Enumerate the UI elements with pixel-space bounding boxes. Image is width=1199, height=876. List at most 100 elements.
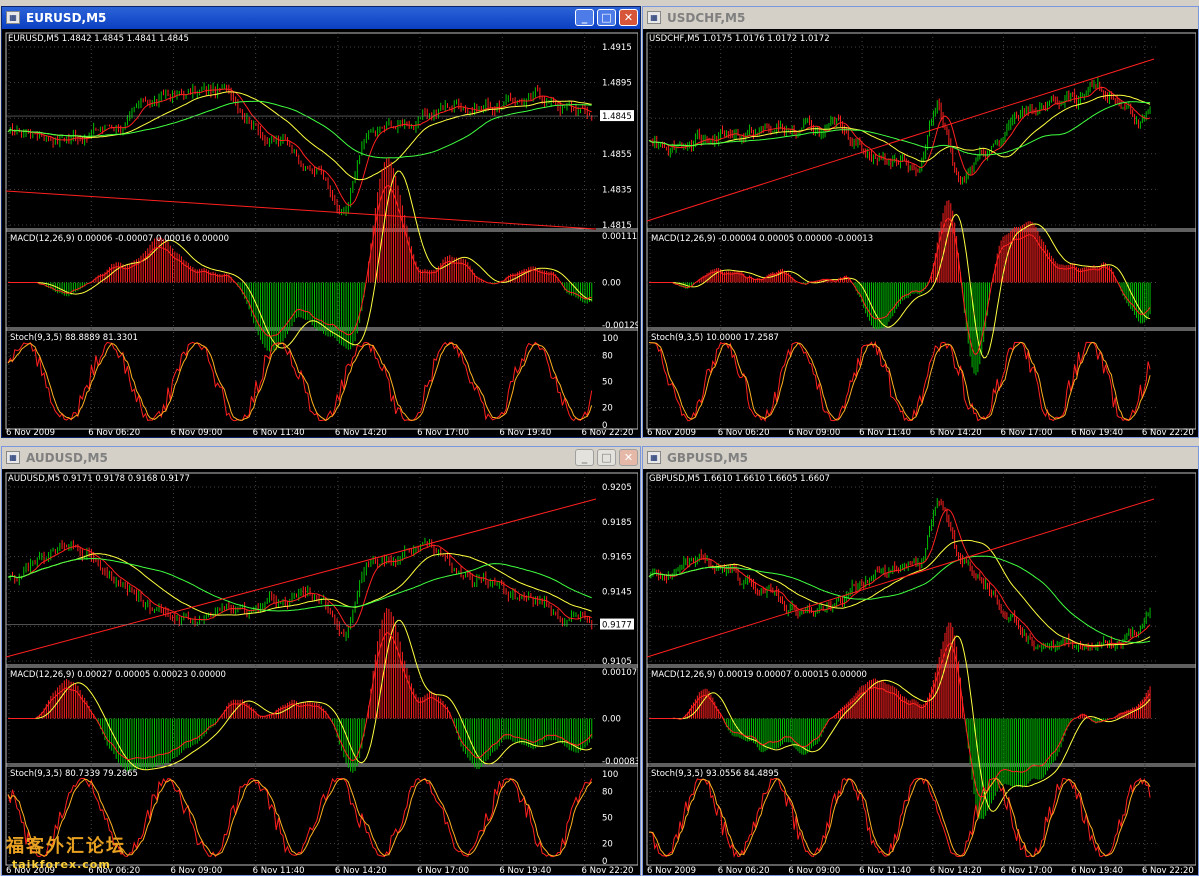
time-axis-label: 6 Nov 06:20 (718, 866, 770, 873)
minimize-button[interactable]: _ (575, 9, 594, 26)
time-axis-label: 6 Nov 14:20 (930, 428, 982, 435)
indicator-pane (5, 664, 638, 767)
chart-area[interactable]: MACD(12,26,9) 0.00019 0.00007 0.00015 0.… (645, 471, 1196, 873)
time-axis-label: 6 Nov 11:40 (253, 428, 305, 435)
time-axis-label: 6 Nov 22:20 (1142, 428, 1194, 435)
forum-watermark: 福客外汇论坛 taikforex.com (4, 830, 130, 872)
stoch-header: Stoch(9,3,5) 80.7339 79.2865 (10, 769, 138, 779)
stoch-axis-label: 50 (602, 378, 613, 388)
price-axis-label: 1.4855 (602, 150, 632, 160)
price-header: EURUSD,M5 1.4842 1.4845 1.4841 1.4845 (8, 34, 189, 44)
price-chart[interactable]: 0.92050.91850.91650.91450.91250.91050.91… (4, 471, 638, 873)
trend-line (646, 498, 1155, 658)
close-button[interactable]: ✕ (619, 449, 638, 466)
macd-header: MACD(12,26,9) 0.00019 0.00007 0.00015 0.… (651, 670, 867, 680)
moving-average-line (7, 88, 592, 206)
watermark-url: taikforex.com (12, 858, 111, 871)
price-axis-label: 1.4915 (602, 43, 632, 53)
time-axis-label: 6 Nov 2009 (6, 428, 55, 435)
stoch-axis-label: 20 (602, 404, 613, 414)
titlebar[interactable]: ▦ USDCHF,M5 (643, 7, 1198, 29)
macd-signal-line (8, 170, 592, 349)
chart-window-icon: ▦ (647, 11, 661, 24)
stoch-axis-label: 80 (602, 787, 613, 797)
macd-axis-label: 0.00 (602, 715, 621, 725)
macd-header: MACD(12,26,9) -0.00004 0.00005 0.00000 -… (651, 234, 873, 244)
stoch-axis-label: 50 (602, 814, 613, 824)
time-axis-label: 6 Nov 19:40 (1071, 428, 1123, 435)
moving-average-line (648, 101, 1151, 156)
window-title: EURUSD,M5 (26, 11, 107, 25)
macd-signal-line (8, 619, 592, 771)
stoch-axis-label: 100 (602, 334, 618, 344)
time-axis-label: 6 Nov 14:20 (930, 866, 982, 873)
close-button[interactable]: ✕ (619, 9, 638, 26)
stoch-header: Stoch(9,3,5) 10.0000 17.2587 (651, 333, 779, 343)
time-axis-label: 6 Nov 09:00 (170, 866, 222, 873)
chart-area[interactable]: MACD(12,26,9) -0.00004 0.00005 0.00000 -… (645, 31, 1196, 435)
macd-header: MACD(12,26,9) 0.00006 -0.00007 0.00016 0… (10, 234, 229, 244)
chart-window-icon: ▦ (6, 11, 20, 24)
price-axis-label: 0.9165 (602, 553, 632, 563)
time-axis-label: 6 Nov 17:00 (417, 428, 469, 435)
trend-line (646, 58, 1155, 222)
price-header: USDCHF,M5 1.0175 1.0176 1.0172 1.0172 (649, 34, 830, 44)
maximize-button[interactable]: □ (597, 9, 616, 26)
window-title: AUDUSD,M5 (26, 451, 108, 465)
time-axis-label: 6 Nov 14:20 (335, 428, 387, 435)
current-price-label: 0.9177 (602, 621, 632, 631)
chart-window-audusd[interactable]: ▦ AUDUSD,M5 _ □ ✕ 0.9205 0.9185 0.9165 0.91… (1, 446, 641, 876)
price-chart[interactable]: MACD(12,26,9) -0.00004 0.00005 0.00000 -… (645, 31, 1196, 435)
macd-main-line (8, 632, 593, 762)
time-axis-label: 6 Nov 17:00 (1000, 866, 1052, 873)
time-axis-label: 6 Nov 11:40 (859, 866, 911, 873)
time-axis-label: 6 Nov 2009 (647, 428, 696, 435)
stoch-axis-label: 20 (602, 840, 613, 850)
stoch-signal-line (7, 342, 593, 422)
price-chart[interactable]: 1.49151.48951.48751.48551.48351.48151.48… (4, 31, 638, 435)
price-axis-label: 0.9145 (602, 587, 632, 597)
time-axis-label: 6 Nov 09:00 (788, 428, 840, 435)
macd-axis-label: 0.00 (602, 279, 621, 289)
macd-axis-label: -0.00129 (602, 321, 638, 331)
chart-window-usdchf[interactable]: ▦ USDCHF,M5 MACD(12,26,9) -0.00004 0.000… (642, 6, 1199, 438)
window-title: USDCHF,M5 (667, 11, 746, 25)
chart-window-icon: ▦ (647, 451, 661, 464)
stoch-axis-label: 80 (602, 351, 613, 361)
stoch-main-line (648, 340, 1151, 422)
window-title: GBPUSD,M5 (667, 451, 748, 465)
titlebar[interactable]: ▦ AUDUSD,M5 _ □ ✕ (2, 447, 640, 469)
macd-main-line (8, 184, 592, 337)
maximize-button[interactable]: □ (597, 449, 616, 466)
time-axis-label: 6 Nov 19:40 (499, 428, 551, 435)
time-axis-label: 6 Nov 22:20 (1142, 866, 1194, 873)
time-axis-label: 6 Nov 06:20 (718, 428, 770, 435)
chart-window-eurusd[interactable]: ▦ EURUSD,M5 _ □ ✕ 1.49151.48951.48751.48… (1, 6, 641, 438)
time-axis-label: 6 Nov 17:00 (417, 866, 469, 873)
indicator-pane (646, 32, 1196, 232)
titlebar[interactable]: ▦ GBPUSD,M5 (643, 447, 1198, 469)
time-axis-label: 6 Nov 22:20 (582, 428, 634, 435)
chart-area[interactable]: 1.49151.48951.48751.48551.48351.48151.48… (4, 31, 638, 435)
time-axis-label: 6 Nov 19:40 (499, 866, 551, 873)
macd-axis-label: -0.00083 (602, 757, 638, 767)
stoch-axis-label: 100 (602, 770, 618, 780)
price-header: GBPUSD,M5 1.6610 1.6610 1.6605 1.6607 (649, 474, 830, 484)
price-axis-label: 0.9105 (602, 657, 632, 667)
stoch-header: Stoch(9,3,5) 93.0556 84.4895 (651, 769, 779, 779)
time-axis-label: 6 Nov 09:00 (788, 866, 840, 873)
titlebar[interactable]: ▦ EURUSD,M5 _ □ ✕ (2, 7, 640, 29)
time-axis-label: 6 Nov 14:20 (335, 866, 387, 873)
indicator-pane (646, 327, 1196, 430)
macd-axis-label: 0.00107 (602, 668, 637, 678)
chart-area[interactable]: 0.92050.91850.91650.91450.91250.91050.91… (4, 471, 638, 873)
price-chart[interactable]: MACD(12,26,9) 0.00019 0.00007 0.00015 0.… (645, 471, 1196, 873)
price-axis-label: 1.4835 (602, 185, 632, 195)
macd-axis-label: 0.00111 (602, 232, 637, 242)
time-axis-label: 6 Nov 11:40 (859, 428, 911, 435)
time-axis-label: 6 Nov 19:40 (1071, 866, 1123, 873)
minimize-button[interactable]: _ (575, 449, 594, 466)
trend-line (5, 498, 597, 658)
chart-window-gbpusd[interactable]: ▦ GBPUSD,M5 MACD(12,26,9) 0.00019 0.0000… (642, 446, 1199, 876)
stoch-main-line (7, 341, 593, 422)
